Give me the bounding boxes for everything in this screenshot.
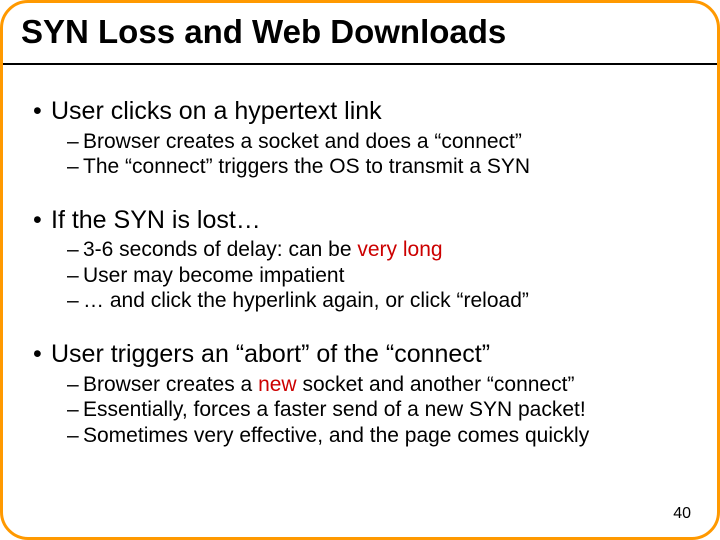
slide-body: •User clicks on a hypertext link –Browse… — [33, 89, 687, 448]
spacer — [33, 314, 687, 332]
bullet-dash-icon: – — [67, 154, 83, 180]
bullet-level2: –Browser creates a socket and does a “co… — [67, 129, 687, 155]
bullet-dash-icon: – — [67, 129, 83, 155]
bullet-text-prefix: 3-6 seconds of delay: can be — [83, 238, 357, 261]
bullet-dash-icon: – — [67, 237, 83, 263]
bullet-text: User may become impatient — [83, 264, 344, 287]
bullet-dot-icon: • — [33, 340, 51, 370]
bullet-dot-icon: • — [33, 206, 51, 236]
bullet-dash-icon: – — [67, 423, 83, 449]
bullet-text: If the SYN is lost… — [51, 206, 261, 234]
bullet-level2: –User may become impatient — [67, 263, 687, 289]
bullet-level2: –3-6 seconds of delay: can be very long — [67, 237, 687, 263]
bullet-level2: –… and click the hyperlink again, or cli… — [67, 288, 687, 314]
bullet-level2: –The “connect” triggers the OS to transm… — [67, 154, 687, 180]
bullet-text: User triggers an “abort” of the “connect… — [51, 340, 490, 368]
bullet-dot-icon: • — [33, 97, 51, 127]
title-area: SYN Loss and Web Downloads — [21, 13, 699, 55]
title-underline — [3, 63, 717, 65]
bullet-text: Essentially, forces a faster send of a n… — [83, 398, 586, 421]
bullet-text-suffix: socket and another “connect” — [297, 373, 575, 396]
bullet-level1: •If the SYN is lost… — [33, 206, 687, 236]
bullet-text: Browser creates a socket and does a “con… — [83, 130, 522, 153]
bullet-text: The “connect” triggers the OS to transmi… — [83, 155, 530, 178]
page-number: 40 — [673, 505, 691, 523]
bullet-dash-icon: – — [67, 372, 83, 398]
bullet-level2: –Essentially, forces a faster send of a … — [67, 397, 687, 423]
bullet-dash-icon: – — [67, 397, 83, 423]
highlight-text: new — [258, 373, 297, 396]
highlight-text: very long — [357, 238, 442, 261]
bullet-level1: •User triggers an “abort” of the “connec… — [33, 340, 687, 370]
bullet-text: User clicks on a hypertext link — [51, 97, 382, 125]
bullet-text: … and click the hyperlink again, or clic… — [83, 289, 529, 312]
slide-frame: SYN Loss and Web Downloads •User clicks … — [0, 0, 720, 540]
bullet-text: Sometimes very effective, and the page c… — [83, 424, 589, 447]
slide-title: SYN Loss and Web Downloads — [21, 13, 699, 55]
bullet-level2: –Sometimes very effective, and the page … — [67, 423, 687, 449]
bullet-level2: –Browser creates a new socket and anothe… — [67, 372, 687, 398]
bullet-text-prefix: Browser creates a — [83, 373, 258, 396]
bullet-level1: •User clicks on a hypertext link — [33, 97, 687, 127]
bullet-dash-icon: – — [67, 263, 83, 289]
spacer — [33, 180, 687, 198]
bullet-dash-icon: – — [67, 288, 83, 314]
